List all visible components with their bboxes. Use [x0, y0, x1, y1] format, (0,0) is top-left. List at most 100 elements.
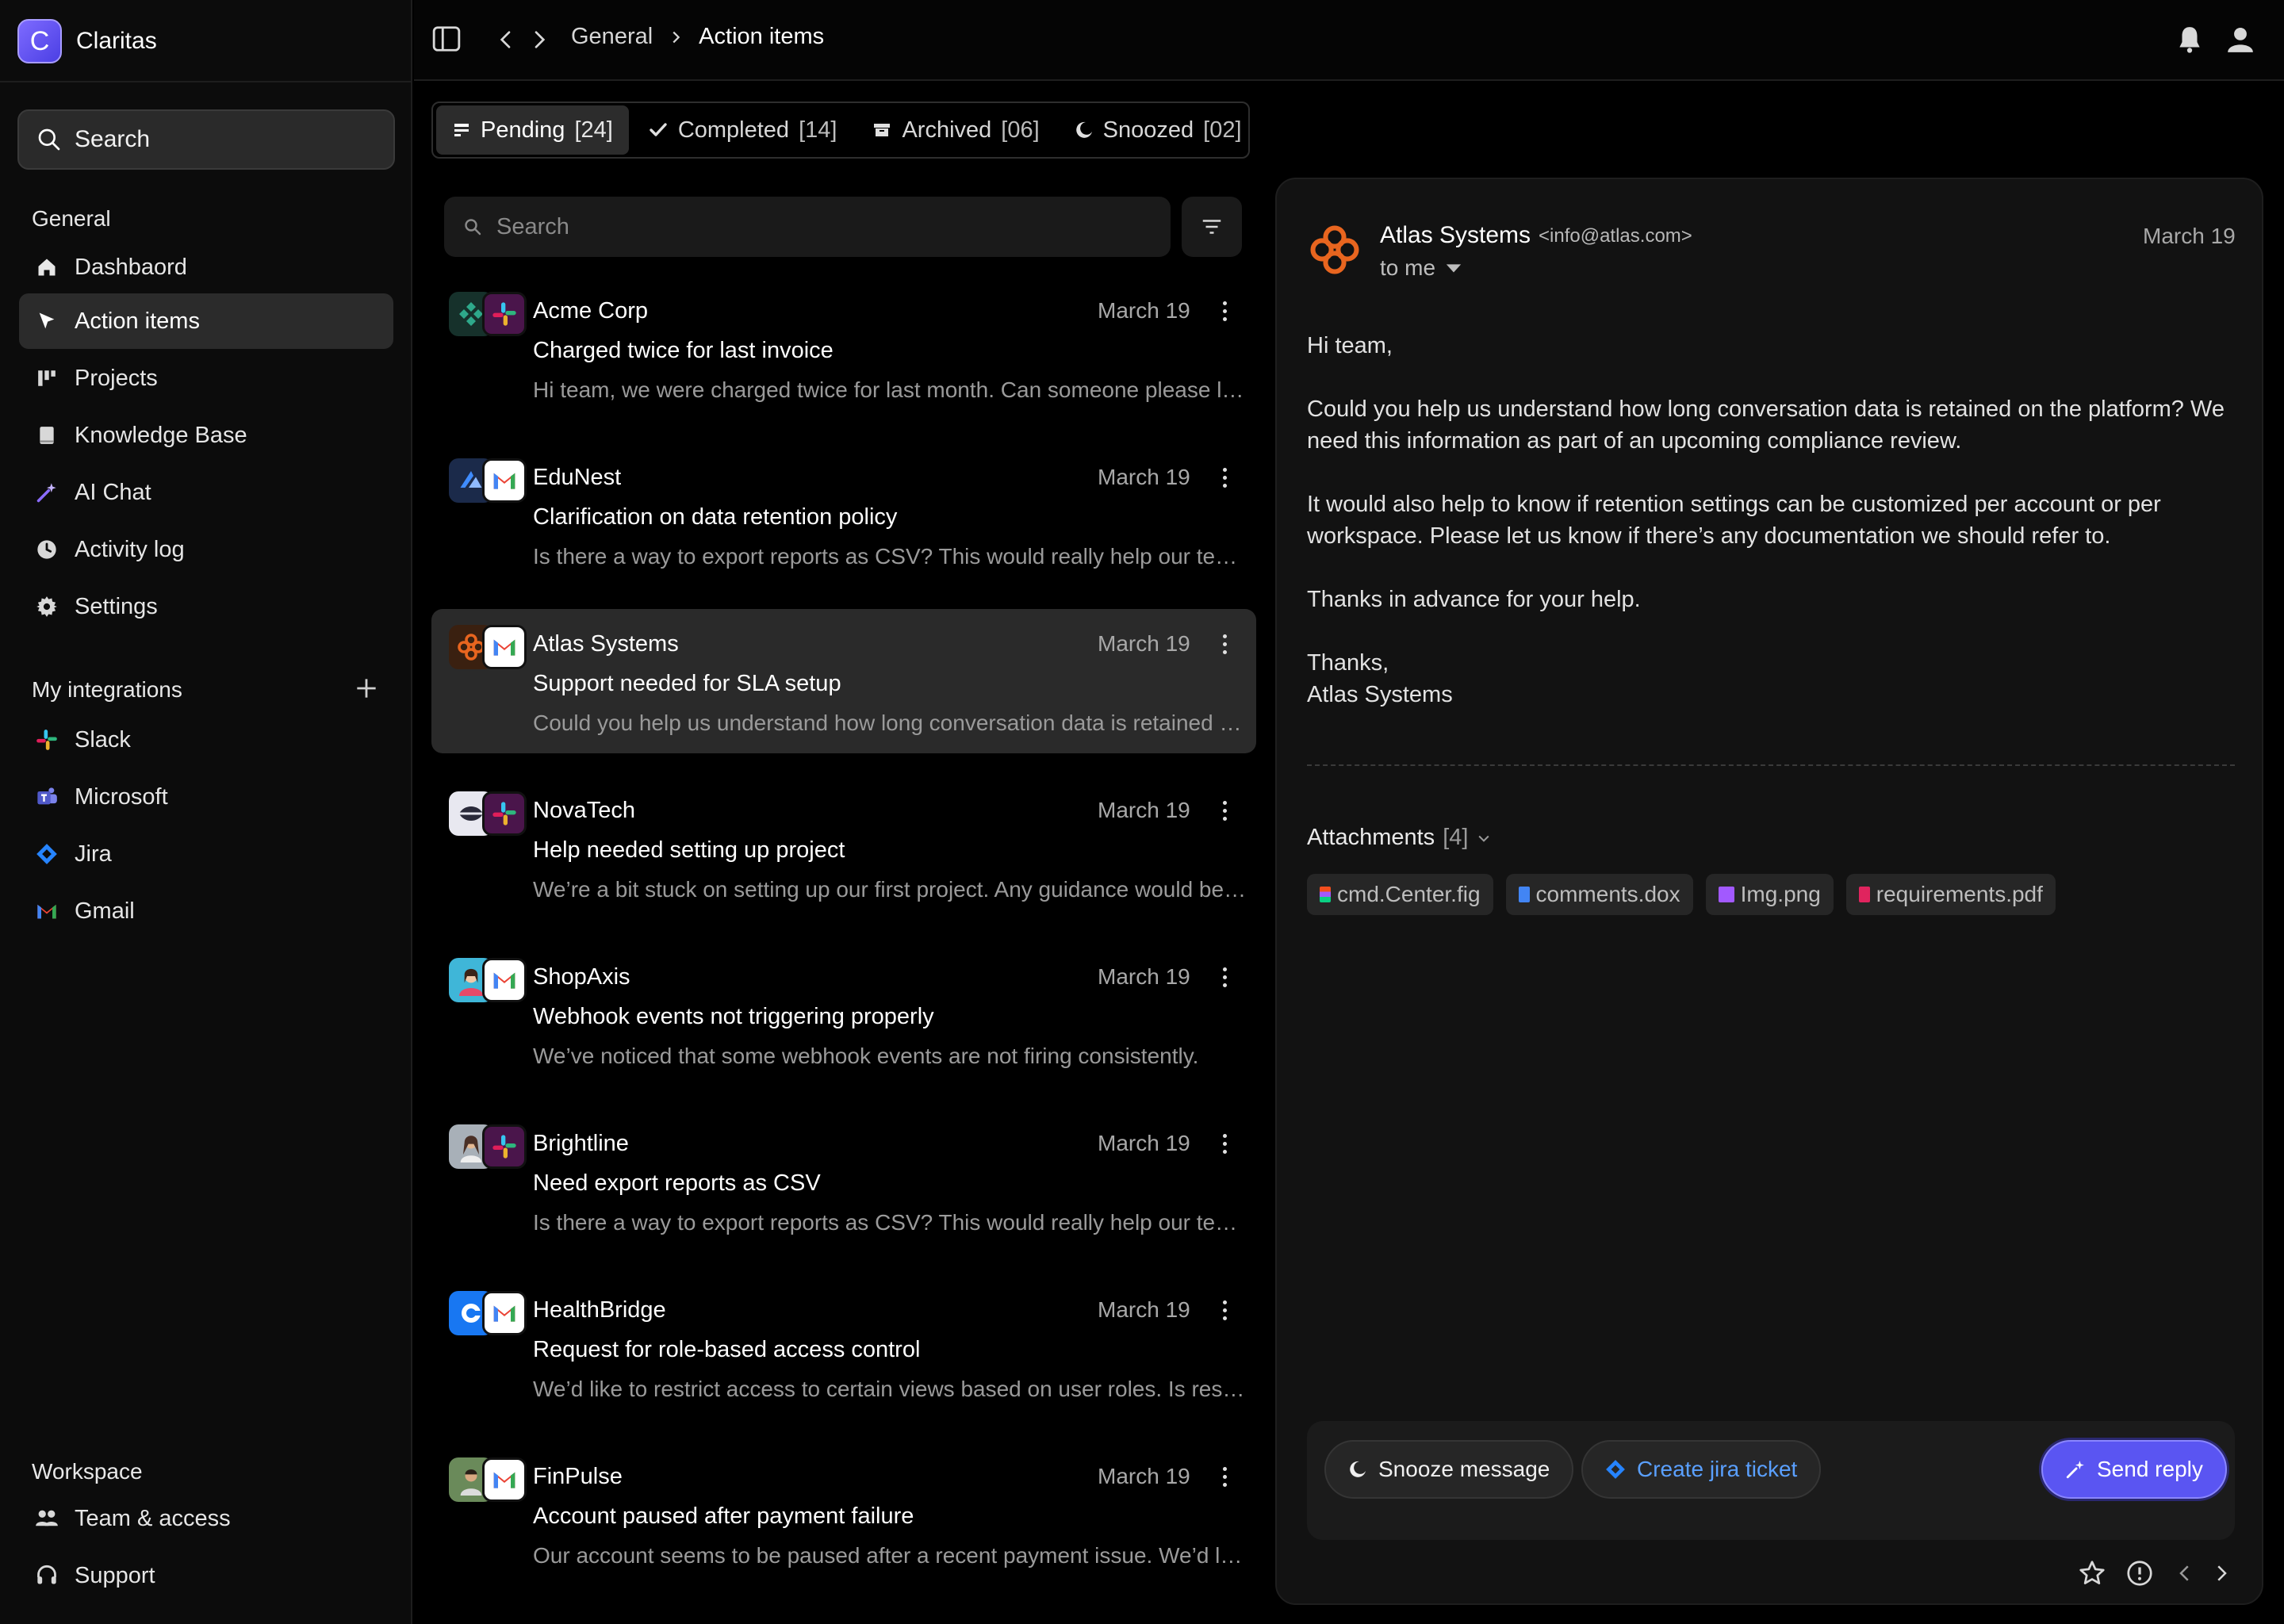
message-item[interactable]: Acme Corp March 19 Charged twice for las… — [431, 276, 1256, 420]
attachment-chip[interactable]: Img.png — [1705, 874, 1834, 915]
sidebar-item-activity-log[interactable]: Activity log — [19, 522, 393, 577]
sidebar-item-jira[interactable]: Jira — [19, 826, 393, 882]
clock-icon — [35, 538, 59, 561]
back-button[interactable] — [493, 25, 519, 54]
message-avatars — [449, 292, 528, 339]
caret-down-icon — [1446, 264, 1462, 273]
sidebar-item-support[interactable]: Support — [19, 1548, 393, 1603]
message-sender: NovaTech — [533, 798, 635, 823]
filter-button[interactable] — [1182, 197, 1242, 257]
breadcrumb-root[interactable]: General — [571, 24, 653, 50]
section-general: General — [32, 206, 111, 231]
star-button[interactable] — [2078, 1557, 2106, 1589]
book-icon — [35, 423, 59, 447]
list-search[interactable]: Search — [444, 197, 1171, 257]
sidebar-item-ai-chat[interactable]: AI Chat — [19, 465, 393, 520]
attachments-list: cmd.Center.fig comments.dox Img.png requ… — [1307, 874, 2056, 915]
report-button[interactable] — [2125, 1557, 2154, 1589]
message-preview: Hi team, we were charged twice for last … — [533, 377, 1247, 402]
message-sender: HealthBridge — [533, 1297, 666, 1323]
body-paragraph: Thanks in advance for your help. — [1307, 587, 1641, 612]
add-integration-button[interactable] — [354, 676, 379, 701]
sparkle-icon — [2066, 1461, 2084, 1479]
previous-message-button[interactable] — [2173, 1557, 2197, 1589]
jira-icon — [35, 842, 59, 866]
message-avatars — [449, 958, 528, 1005]
more-options-button[interactable] — [1217, 963, 1232, 991]
sidebar-search[interactable]: Search — [17, 109, 395, 170]
button-label: Snooze message — [1378, 1457, 1550, 1481]
message-subject: Need export reports as CSV — [533, 1170, 821, 1196]
sidebar-item-team-access[interactable]: Team & access — [19, 1491, 393, 1546]
sidebar-item-projects[interactable]: Projects — [19, 350, 393, 406]
team-icon — [35, 1507, 59, 1530]
message-sender: FinPulse — [533, 1464, 623, 1489]
more-options-button[interactable] — [1217, 630, 1232, 658]
sidebar-item-slack[interactable]: Slack — [19, 712, 393, 768]
attachments-toggle[interactable]: Attachments [4] — [1307, 825, 1492, 851]
snooze-message-button[interactable]: Snooze message — [1324, 1440, 1574, 1499]
tab-label: Archived — [902, 117, 992, 143]
moon-icon — [1350, 1461, 1366, 1477]
button-label: Create jira ticket — [1637, 1457, 1798, 1481]
tab-completed[interactable]: Completed [14] — [632, 105, 853, 155]
message-date: March 19 — [1098, 1297, 1190, 1322]
message-item[interactable]: NovaTech March 19 Help needed setting up… — [431, 776, 1256, 920]
sidebar-item-settings[interactable]: Settings — [19, 579, 393, 634]
sidebar-item-dashboard[interactable]: Dashbaord — [19, 239, 393, 295]
tab-pending[interactable]: Pending [24] — [436, 105, 629, 155]
attachment-chip[interactable]: requirements.pdf — [1845, 874, 2056, 915]
more-options-button[interactable] — [1217, 1129, 1232, 1158]
sidebar-item-knowledge-base[interactable]: Knowledge Base — [19, 408, 393, 463]
figma-file-icon — [1320, 887, 1331, 902]
tab-label: Completed — [677, 117, 790, 143]
message-item-selected[interactable]: Atlas Systems March 19 Support needed fo… — [431, 609, 1256, 753]
section-integrations: My integrations — [32, 677, 182, 702]
next-message-button[interactable] — [2209, 1557, 2233, 1589]
message-preview: Is there a way to export reports as CSV?… — [533, 1210, 1247, 1235]
message-item[interactable]: HealthBridge March 19 Request for role-b… — [431, 1275, 1256, 1419]
microsoft-teams-icon — [35, 785, 59, 809]
more-options-button[interactable] — [1217, 463, 1232, 492]
section-workspace: Workspace — [32, 1459, 143, 1484]
profile-button[interactable] — [2225, 24, 2255, 56]
sidebar-item-label: Action items — [75, 308, 200, 334]
button-label: Send reply — [2097, 1457, 2203, 1481]
more-options-button[interactable] — [1217, 796, 1232, 825]
status-tabs: Pending [24] Completed [14] Archived [06] S… — [431, 102, 1250, 159]
sidebar-item-action-items[interactable]: Action items — [19, 293, 393, 349]
gmail-icon — [482, 958, 527, 1002]
tab-snoozed[interactable]: Snoozed [02] — [1059, 105, 1258, 155]
tab-count: [24] — [574, 117, 613, 143]
message-item[interactable]: Brightline March 19 Need export reports … — [431, 1109, 1256, 1253]
attachment-chip[interactable]: comments.dox — [1505, 874, 1693, 915]
attachment-chip[interactable]: cmd.Center.fig — [1307, 874, 1493, 915]
message-subject: Request for role-based access control — [533, 1337, 921, 1362]
gmail-icon — [482, 1457, 527, 1502]
projects-icon — [35, 366, 59, 390]
headset-icon — [35, 1564, 59, 1588]
send-reply-button[interactable]: Send reply — [2041, 1440, 2227, 1499]
more-options-button[interactable] — [1217, 1296, 1232, 1324]
brand[interactable]: C Claritas — [17, 17, 157, 65]
message-sender: ShopAxis — [533, 964, 630, 990]
forward-button[interactable] — [527, 25, 552, 54]
image-file-icon — [1718, 887, 1734, 902]
message-item[interactable]: EduNest March 19 Clarification on data r… — [431, 442, 1256, 587]
recipient-toggle[interactable]: to me — [1380, 255, 1462, 281]
home-icon — [35, 255, 59, 279]
message-item[interactable]: FinPulse March 19 Account paused after p… — [431, 1442, 1256, 1586]
notifications-button[interactable] — [2175, 24, 2205, 56]
star-icon — [2079, 1561, 2105, 1584]
sidebar-item-label: AI Chat — [75, 479, 151, 505]
tab-archived[interactable]: Archived [06] — [856, 105, 1055, 155]
sidebar-item-microsoft[interactable]: Microsoft — [19, 769, 393, 825]
sidebar-item-gmail[interactable]: Gmail — [19, 883, 393, 939]
more-options-button[interactable] — [1217, 297, 1232, 325]
more-options-button[interactable] — [1217, 1462, 1232, 1491]
toggle-sidebar-button[interactable] — [431, 24, 462, 54]
message-preview: Our account seems to be paused after a r… — [533, 1543, 1247, 1568]
message-item[interactable]: ShopAxis March 19 Webhook events not tri… — [431, 942, 1256, 1086]
sidebar-item-label: Jira — [75, 841, 112, 867]
create-jira-ticket-button[interactable]: Create jira ticket — [1581, 1440, 1822, 1499]
